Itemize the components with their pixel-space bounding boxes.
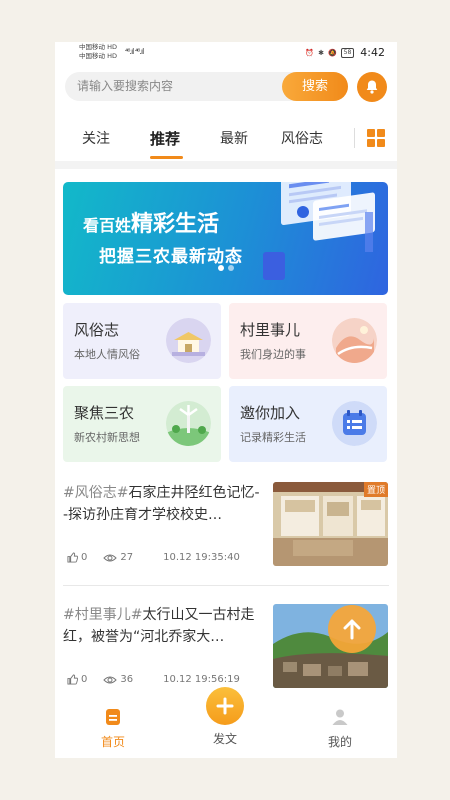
nav-home-label: 首页 (100, 735, 125, 749)
pavilion-icon (166, 318, 211, 363)
card-subtitle: 记录精彩生活 (240, 431, 306, 444)
user-icon (332, 709, 348, 725)
like-count-value: 0 (81, 674, 88, 685)
promo-banner[interactable]: 看百姓精彩生活 把握三农最新动态 (63, 182, 388, 295)
thumbs-up-icon (67, 552, 78, 563)
article-tag: #风俗志# (63, 485, 129, 501)
banner-pagination (218, 265, 234, 271)
mountain-road-icon (332, 318, 377, 363)
search-bar: 请输入要搜索内容 搜索 (65, 72, 348, 101)
article-datetime: 10.12 19:35:40 (163, 552, 240, 563)
nav-home[interactable]: 首页 (83, 708, 143, 750)
pinned-badge: 置顶 (363, 482, 388, 497)
card-join[interactable]: 邀你加入 记录精彩生活 (229, 386, 387, 462)
card-village-news[interactable]: 村里事儿 我们身边的事 (229, 303, 387, 379)
tab-divider (354, 128, 355, 148)
eye-icon (103, 554, 118, 561)
card-agriculture[interactable]: 聚焦三农 新农村新思想 (63, 386, 221, 462)
card-title: 邀你加入 (240, 404, 301, 422)
article-tag: #村里事儿# (63, 607, 143, 623)
article-item[interactable]: #风俗志#石家庄井陉红色记忆--探访孙庄育才学校校史… 0 27 10.12 1… (55, 482, 397, 602)
scroll-top-button[interactable] (328, 605, 376, 653)
card-subtitle: 本地人情风俗 (74, 348, 140, 361)
tab-follow[interactable]: 关注 (82, 128, 110, 148)
article-meta: 0 27 10.12 19:35:40 (67, 552, 240, 563)
app-screen: 中国移动 HD 中国移动 HD ⁴⁶.ıl ⁴⁶.ıl ⏰ ✱ 🔕 58 4:4… (55, 42, 397, 758)
like-count[interactable]: 0 (67, 674, 87, 685)
bottom-navigation: 首页 发文 我的 (55, 687, 397, 758)
thumbs-up-icon (67, 674, 78, 685)
carrier-info: 中国移动 HD 中国移动 HD (79, 43, 117, 61)
article-title: #风俗志#石家庄井陉红色记忆--探访孙庄育才学校校史… (63, 482, 261, 526)
carrier-1: 中国移动 HD (79, 43, 117, 51)
home-icon (106, 709, 120, 725)
tab-customs[interactable]: 风俗志 (281, 128, 323, 148)
post-button[interactable] (206, 687, 244, 725)
category-tabs: 关注 推荐 最新 风俗志 (55, 120, 397, 160)
alarm-icon: ⏰ (305, 48, 315, 57)
search-input[interactable]: 请输入要搜索内容 (77, 72, 277, 101)
card-title: 风俗志 (74, 321, 120, 339)
view-count-value: 27 (120, 552, 134, 563)
grid-menu-icon[interactable] (367, 129, 385, 147)
windmill-icon (166, 401, 211, 446)
post-label: 发文 (212, 732, 237, 746)
notification-button[interactable] (357, 72, 387, 102)
battery-icon: 58 (340, 47, 355, 58)
like-count[interactable]: 0 (67, 552, 87, 563)
section-divider (55, 161, 397, 169)
carrier-2: 中国移动 HD (79, 52, 117, 60)
nav-mine[interactable]: 我的 (310, 708, 370, 750)
pagination-dot (218, 265, 224, 271)
banner-illustration (263, 182, 375, 280)
article-divider (63, 585, 389, 586)
search-button[interactable]: 搜索 (282, 72, 348, 101)
pagination-dot (228, 265, 234, 271)
like-count-value: 0 (81, 552, 88, 563)
card-subtitle: 我们身边的事 (240, 348, 306, 361)
arrow-up-icon (343, 619, 361, 640)
card-title: 聚焦三农 (74, 404, 135, 422)
status-right: ⏰ ✱ 🔕 58 4:42 (305, 46, 385, 59)
card-customs[interactable]: 风俗志 本地人情风俗 (63, 303, 221, 379)
banner-headline-prefix: 看百姓 (83, 216, 132, 235)
article-meta: 0 36 10.12 19:56:19 (67, 674, 240, 685)
banner-headline: 看百姓精彩生活 (83, 206, 219, 238)
clock: 4:42 (360, 46, 385, 59)
status-bar: 中国移动 HD 中国移动 HD ⁴⁶.ıl ⁴⁶.ıl ⏰ ✱ 🔕 58 4:4… (55, 42, 397, 64)
view-count-value: 36 (120, 674, 134, 685)
tab-latest[interactable]: 最新 (220, 128, 248, 148)
nav-mine-label: 我的 (327, 735, 352, 749)
article-title: #村里事儿#太行山又一古村走红，被誉为“河北乔家大… (63, 604, 261, 648)
bell-icon (366, 80, 378, 94)
tab-recommend[interactable]: 推荐 (150, 128, 180, 149)
view-count: 27 (103, 552, 133, 563)
banner-headline-highlight: 精彩生活 (131, 212, 220, 237)
bluetooth-icon: ✱ (318, 48, 324, 57)
plus-icon (216, 697, 234, 715)
eye-icon (103, 676, 118, 683)
card-subtitle: 新农村新思想 (74, 431, 140, 444)
calendar-icon (332, 401, 377, 446)
view-count: 36 (103, 674, 133, 685)
card-title: 村里事儿 (240, 321, 301, 339)
article-thumbnail: 置顶 (273, 482, 388, 566)
banner-subline: 把握三农最新动态 (99, 247, 243, 267)
active-tab-indicator (150, 156, 183, 159)
article-datetime: 10.12 19:56:19 (163, 674, 240, 685)
mute-icon: 🔕 (327, 48, 337, 57)
signal-icon: ⁴⁶.ıl ⁴⁶.ıl (125, 47, 144, 56)
